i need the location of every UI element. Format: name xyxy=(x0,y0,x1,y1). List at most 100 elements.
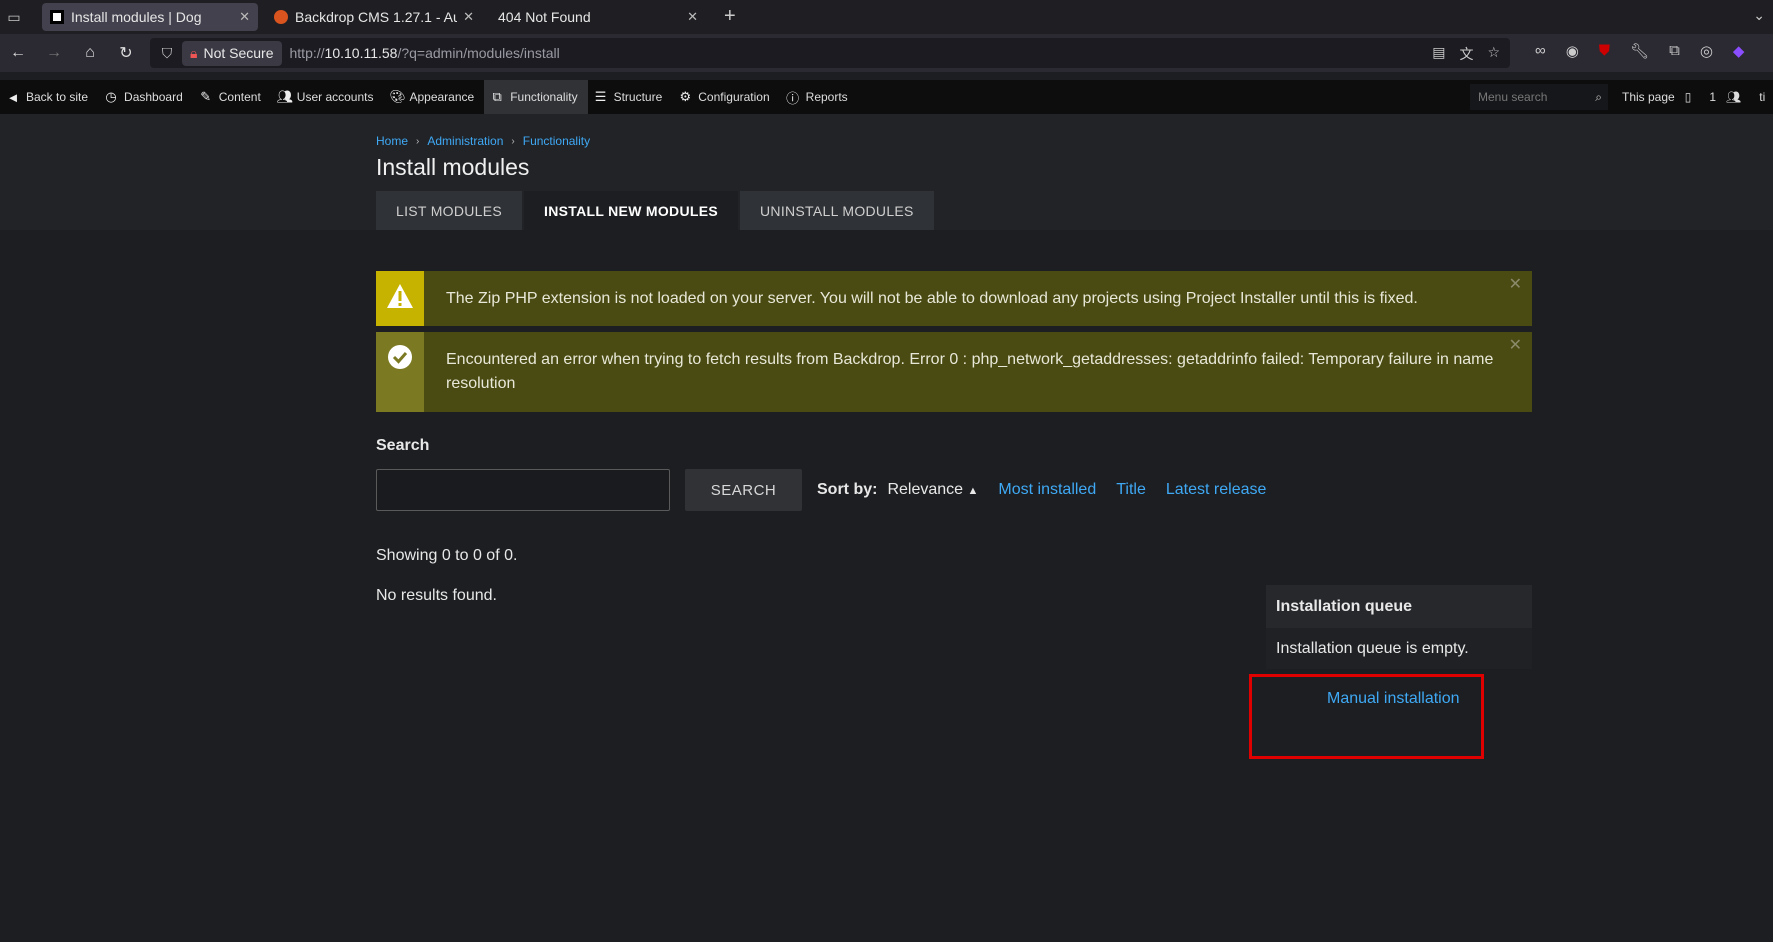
new-tab-button[interactable]: + xyxy=(724,5,736,28)
browser-tab-backdrop-cms[interactable]: Backdrop CMS 1.27.1 - Aut ✕ xyxy=(266,3,482,31)
admin-item-label: User accounts xyxy=(296,90,374,104)
gear-icon: ⚙ xyxy=(679,89,692,104)
users-icon: 👥︎ xyxy=(276,89,294,104)
admin-item-user-accounts[interactable]: 👥︎ User accounts xyxy=(271,80,384,114)
menu-search-input[interactable]: Menu search ⌕ xyxy=(1470,84,1608,110)
breadcrumb-functionality[interactable]: Functionality xyxy=(523,134,590,148)
wrench-icon[interactable]: 🔧︎ xyxy=(1630,42,1649,60)
tab-title: Install modules | Dog xyxy=(71,9,202,25)
tab-uninstall-modules[interactable]: UNINSTALL MODULES xyxy=(740,191,934,230)
users-icon[interactable]: 👥︎ xyxy=(1726,90,1741,104)
admin-item-label: Back to site xyxy=(26,90,89,104)
search-button[interactable]: SEARCH xyxy=(685,469,802,511)
admin-item-back-to-site[interactable]: ◄ Back to site xyxy=(0,80,98,114)
backdrop-favicon-icon xyxy=(50,10,64,24)
shield-icon[interactable]: ⛉ xyxy=(156,45,178,62)
sort-options: Sort by: Relevance ▲ Most installed Titl… xyxy=(817,481,1266,499)
url-prefix: http:// xyxy=(289,45,325,61)
page-tabs: LIST MODULES INSTALL NEW MODULES UNINSTA… xyxy=(376,191,934,230)
tab-install-new-modules[interactable]: INSTALL NEW MODULES xyxy=(524,191,738,230)
reader-view-icon[interactable]: ▤ xyxy=(1432,44,1445,64)
exploit-favicon-icon xyxy=(274,10,288,24)
lock-warning-icon: 🔒︎ xyxy=(190,44,198,61)
browser-tab-404[interactable]: 404 Not Found ✕ xyxy=(490,3,706,31)
sort-current-label: Relevance xyxy=(887,481,964,498)
sort-label: Sort by: xyxy=(817,481,878,498)
reload-icon[interactable]: ↻ xyxy=(108,34,144,72)
pencil-icon: ✎ xyxy=(200,89,212,104)
forward-arrow-icon[interactable]: → xyxy=(36,34,72,72)
bookmark-star-icon[interactable]: ☆ xyxy=(1487,44,1500,64)
admin-item-label: Configuration xyxy=(698,90,770,104)
warning-icon xyxy=(376,271,424,326)
warning-message: The Zip PHP extension is not loaded on y… xyxy=(376,271,1532,326)
url-path: /?q=admin/modules/install xyxy=(397,45,560,61)
sort-title[interactable]: Title xyxy=(1116,481,1146,499)
installation-queue: Installation queue Installation queue is… xyxy=(1266,585,1532,669)
search-icon[interactable]: ⌕ xyxy=(1595,90,1602,105)
extensions-puzzle-icon[interactable]: ⧉ xyxy=(1669,42,1680,60)
admin-item-structure[interactable]: ☰ Structure xyxy=(588,80,673,114)
admin-toolbar: ◄ Back to site ◷ Dashboard ✎ Content 👥︎ User… xyxy=(0,80,1773,114)
extension-icon[interactable]: ◆ xyxy=(1733,42,1745,60)
admin-item-reports[interactable]: ⓘ Reports xyxy=(780,80,858,114)
close-icon[interactable]: ✕ xyxy=(1509,335,1522,355)
chevron-right-icon: › xyxy=(416,135,420,147)
tab-list-modules[interactable]: LIST MODULES xyxy=(376,191,523,230)
admin-item-label: Functionality xyxy=(510,90,578,104)
tab-list-icon[interactable]: ▭ xyxy=(0,0,28,34)
page-document-icon[interactable]: ▯ xyxy=(1685,90,1692,104)
admin-item-label: Structure xyxy=(613,90,663,104)
close-icon[interactable]: ✕ xyxy=(463,9,474,25)
browser-tab-strip: ▭ Install modules | Dog ✕ Backdrop CMS 1… xyxy=(0,0,1773,34)
url-bar[interactable]: ⛉ 🔒︎ Not Secure http://10.10.11.58/?q=ad… xyxy=(150,38,1510,68)
spy-extension-icon[interactable]: ◎ xyxy=(1700,42,1713,60)
o-extension-icon[interactable]: ◉ xyxy=(1566,42,1579,60)
user-count[interactable]: 1 xyxy=(1709,90,1716,104)
close-icon[interactable]: ✕ xyxy=(687,9,698,25)
this-page-link[interactable]: This page xyxy=(1622,90,1675,104)
close-icon[interactable]: ✕ xyxy=(239,9,250,25)
gauge-icon: ◷ xyxy=(105,89,117,104)
chevron-down-icon[interactable]: ⌄ xyxy=(1753,7,1765,24)
warning-text: The Zip PHP extension is not loaded on y… xyxy=(446,290,1418,307)
admin-item-configuration[interactable]: ⚙ Configuration xyxy=(672,80,779,114)
puzzle-icon: ⧉ xyxy=(492,89,502,104)
url-host: 10.10.11.58 xyxy=(324,45,398,61)
user-menu[interactable]: ti xyxy=(1759,90,1765,104)
error-message: Encountered an error when trying to fetc… xyxy=(376,332,1532,412)
check-circle-icon xyxy=(376,332,424,412)
security-indicator[interactable]: 🔒︎ Not Secure xyxy=(182,40,282,66)
home-icon[interactable]: ⌂ xyxy=(72,34,108,72)
url-text[interactable]: http://10.10.11.58/?q=admin/modules/inst… xyxy=(290,45,560,61)
close-icon[interactable]: ✕ xyxy=(1509,274,1522,294)
highlight-box xyxy=(1249,674,1484,759)
admin-item-label: Dashboard xyxy=(124,90,183,104)
chevron-right-icon: › xyxy=(511,135,515,147)
tab-title: Backdrop CMS 1.27.1 - Aut xyxy=(295,9,458,25)
sort-most-installed[interactable]: Most installed xyxy=(998,481,1096,499)
sort-latest-release[interactable]: Latest release xyxy=(1166,481,1267,499)
palette-icon: 🎨︎ xyxy=(389,89,406,104)
info-icon: ⓘ xyxy=(786,90,800,106)
layers-icon: ☰ xyxy=(594,89,607,104)
ublock-icon[interactable]: ⛊ xyxy=(1599,42,1610,60)
translate-icon[interactable]: 文 xyxy=(1459,44,1473,64)
queue-title: Installation queue xyxy=(1266,585,1532,628)
admin-item-dashboard[interactable]: ◷ Dashboard xyxy=(98,80,193,114)
back-arrow-icon[interactable]: ← xyxy=(0,34,36,72)
admin-item-label: Content xyxy=(218,90,261,104)
no-results-text: No results found. xyxy=(376,587,497,604)
breadcrumb-home[interactable]: Home xyxy=(376,134,408,148)
queue-empty-text: Installation queue is empty. xyxy=(1266,628,1532,669)
admin-item-content[interactable]: ✎ Content xyxy=(193,80,271,114)
admin-item-label: Reports xyxy=(805,90,848,104)
search-input[interactable] xyxy=(376,469,670,511)
browser-tab-install-modules[interactable]: Install modules | Dog ✕ xyxy=(42,3,258,31)
admin-item-label: Appearance xyxy=(409,90,475,104)
breadcrumb-administration[interactable]: Administration xyxy=(427,134,503,148)
admin-item-functionality[interactable]: ⧉ Functionality xyxy=(484,80,588,114)
mask-extension-icon[interactable]: ∞ xyxy=(1535,42,1546,60)
admin-item-appearance[interactable]: 🎨︎ Appearance xyxy=(383,80,484,114)
sort-current[interactable]: Relevance ▲ xyxy=(887,481,978,499)
